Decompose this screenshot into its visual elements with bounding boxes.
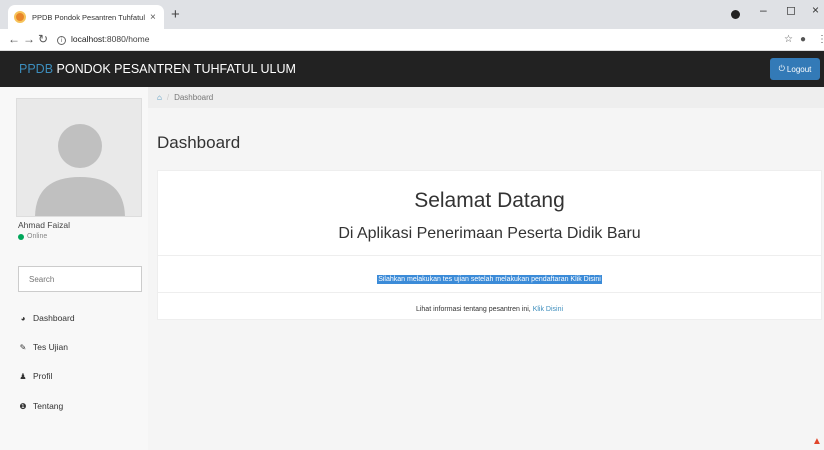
browser-tabstrip: PPDB Pondok Pesantren Tuhfatul × + – ◻ × (0, 0, 824, 29)
url-host: localhost (71, 34, 105, 44)
brand-text: PONDOK PESANTREN TUHFATUL ULUM (53, 62, 296, 76)
divider (158, 292, 821, 293)
test-notice-link[interactable]: Silahkan melakukan tes ujian setelah mel… (377, 275, 602, 284)
address-bar: ← → ↻ i localhost:8080/home ☆ ● ⋮ (0, 29, 824, 51)
tab-close-icon[interactable]: × (150, 12, 156, 23)
power-icon: ⏻ (778, 64, 785, 73)
url-field[interactable]: i localhost:8080/home (57, 34, 149, 45)
breadcrumb-separator: / (166, 93, 170, 102)
welcome-title: Selamat Datang (414, 189, 565, 212)
logout-button[interactable]: ⏻ Logout (770, 58, 820, 80)
user-name: Ahmad Faizal (18, 220, 70, 230)
info-row: Lihat informasi tentang pesantren ini, K… (158, 306, 821, 313)
browser-tab[interactable]: PPDB Pondok Pesantren Tuhfatul × (8, 5, 164, 29)
sidebar-item-label: Dashboard (33, 313, 75, 323)
logout-label: Logout (786, 64, 812, 74)
breadcrumb: ⌂ / Dashboard (148, 87, 824, 108)
user-status: Online (18, 233, 47, 240)
online-dot-icon (18, 233, 24, 240)
page-title: Dashboard (157, 133, 241, 152)
test-notice-row: Silahkan melakukan tes ujian setelah mel… (158, 268, 821, 286)
breadcrumb-current: Dashboard (174, 93, 214, 102)
brand-accent: PPDB (19, 62, 54, 76)
user-icon: ♟ (19, 371, 27, 381)
search-input[interactable] (18, 266, 142, 292)
site-info-icon[interactable]: i (57, 36, 66, 45)
record-indicator-icon (731, 10, 740, 19)
forward-icon[interactable]: → (23, 32, 35, 46)
divider (158, 255, 821, 256)
home-icon[interactable]: ⌂ (157, 93, 162, 102)
sidebar-item-dashboard[interactable]: ◕ Dashboard (18, 313, 75, 323)
status-label: Online (27, 233, 48, 240)
dashboard-icon: ◕ (20, 313, 26, 323)
sidebar-item-profil[interactable]: ♟ Profil (18, 371, 52, 381)
info-icon: ❶ (19, 401, 27, 411)
back-icon[interactable]: ← (8, 32, 20, 46)
sidebar-item-label: Tentang (33, 401, 64, 411)
edit-icon: ✎ (19, 342, 27, 352)
bookmark-star-icon[interactable]: ☆ (784, 34, 793, 45)
avatar (16, 98, 142, 217)
welcome-subtitle: Di Aplikasi Penerimaan Peserta Didik Bar… (338, 225, 641, 242)
sidebar-item-label: Tes Ujian (33, 342, 68, 352)
info-text: Lihat informasi tentang pesantren ini, (415, 306, 533, 313)
welcome-panel: Selamat Datang Di Aplikasi Penerimaan Pe… (157, 170, 822, 320)
site-favicon-icon (14, 11, 26, 23)
reload-icon[interactable]: ↻ (38, 32, 48, 46)
tab-title: PPDB Pondok Pesantren Tuhfatul (32, 12, 145, 22)
url-path: :8080/home (104, 34, 150, 44)
maximize-button[interactable]: ◻ (786, 3, 796, 17)
app-brand[interactable]: PPDB PONDOK PESANTREN TUHFATUL ULUM (19, 62, 296, 76)
sidebar-item-label: Profil (33, 371, 53, 381)
profile-icon[interactable]: ● (800, 34, 806, 45)
minimize-button[interactable]: – (760, 3, 767, 17)
new-tab-button[interactable]: + (171, 6, 180, 23)
app-navbar: PPDB PONDOK PESANTREN TUHFATUL ULUM (0, 51, 824, 87)
sidebar-item-tentang[interactable]: ❶ Tentang (18, 401, 63, 411)
close-window-button[interactable]: × (812, 3, 819, 17)
browser-menu-icon[interactable]: ⋮ (817, 34, 824, 45)
sidebar-item-tes-ujian[interactable]: ✎ Tes Ujian (18, 342, 68, 352)
info-link[interactable]: Klik Disini (533, 306, 563, 313)
flame-icon: ▲ (812, 436, 822, 447)
